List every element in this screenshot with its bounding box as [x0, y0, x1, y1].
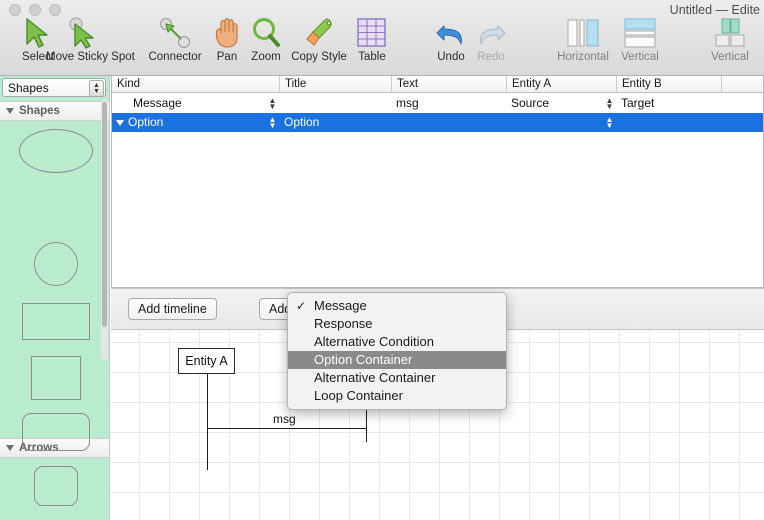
disclosure-triangle-icon[interactable] [6, 108, 14, 114]
rounded-rect-shape[interactable] [22, 413, 90, 451]
toolbar-item-label: Move Sticky Spot [46, 51, 135, 63]
toolbar: Select Move Sticky Spot Connector Pan Zoom Co… [0, 16, 764, 76]
table-cell-title[interactable]: Option [284, 113, 379, 132]
split-vertical-icon [604, 16, 676, 50]
disclosure-triangle-icon[interactable] [6, 445, 14, 451]
sidebar-scrollbar[interactable] [101, 100, 108, 360]
menu-item-alternative-condition[interactable]: Alternative Condition [288, 333, 506, 351]
table-cell-entity-a[interactable] [511, 113, 604, 132]
table-row[interactable]: Message msg Source Target ▲ ▼ ▲ ▼ [111, 94, 764, 113]
shapes-sidebar: Shapes ▲ ▼ Shapes Arrows [0, 76, 110, 520]
rounded-square-shape[interactable] [34, 466, 78, 506]
move-sticky-spot-icon [46, 16, 118, 50]
row-disclosure-triangle-icon[interactable] [116, 120, 124, 126]
traffic-light-buttons [9, 4, 61, 16]
menu-item-label: Alternative Condition [314, 334, 434, 349]
table-column-header[interactable]: Entity B [616, 76, 721, 93]
ellipse-shape[interactable] [19, 129, 93, 173]
toolbar-item-redo[interactable]: Redo [455, 16, 527, 63]
table-cell-title[interactable] [284, 94, 379, 113]
toolbar-item-h[interactable]: H [748, 16, 764, 63]
table-grid-icon [336, 16, 408, 50]
table-column-header[interactable]: Text [391, 76, 506, 93]
menu-item-label: Response [314, 316, 373, 331]
table-cell-text[interactable]: msg [396, 94, 494, 113]
element-kind-menu[interactable]: ✓ Message Response Alternative Condition Opt… [287, 292, 507, 410]
cell-stepper-icon[interactable]: ▲ ▼ [605, 96, 614, 111]
checkmark-icon: ✓ [296, 299, 307, 313]
sidebar-group-shapes[interactable]: Shapes [0, 101, 109, 121]
menu-item-response[interactable]: Response [288, 315, 506, 333]
message-label[interactable]: msg [273, 412, 296, 426]
rectangle-shape[interactable] [22, 303, 90, 340]
toolbar-item-label: Vertical [621, 51, 659, 63]
menu-item-label: Alternative Container [314, 370, 436, 385]
toolbar-item-label: Redo [477, 51, 505, 63]
table-column-header[interactable] [721, 76, 764, 93]
align-horizontal-icon [748, 16, 764, 50]
add-timeline-button[interactable]: Add timeline [128, 298, 217, 320]
cell-stepper-icon[interactable]: ▲ ▼ [268, 115, 277, 130]
elements-table: Kind Title Text Entity A Entity B Message msg… [111, 76, 764, 288]
menu-item-alternative-container[interactable]: Alternative Container [288, 369, 506, 387]
menu-item-option-container[interactable]: Option Container [288, 351, 506, 369]
table-cell-text[interactable] [396, 113, 494, 132]
application-window: Untitled — Edite Select Move Sticky Spot C… [0, 0, 764, 520]
menu-item-message[interactable]: ✓ Message [288, 297, 506, 315]
table-row[interactable]: Option Option ▲ ▼ ▲ ▼ [111, 113, 764, 132]
toolbar-item-table[interactable]: Table [336, 16, 408, 63]
zoom-button[interactable] [49, 4, 61, 16]
table-column-header[interactable]: Entity A [506, 76, 616, 93]
close-button[interactable] [9, 4, 21, 16]
table-cell-entity-b[interactable]: Target [621, 94, 709, 113]
toolbar-item-label: H [748, 51, 764, 63]
toolbar-item-label: Table [358, 51, 386, 63]
redo-arrow-icon [455, 16, 527, 50]
cell-stepper-icon[interactable]: ▲ ▼ [268, 96, 277, 111]
entity-box[interactable]: Entity A [178, 348, 235, 374]
menu-item-loop-container[interactable]: Loop Container [288, 387, 506, 405]
table-column-header[interactable]: Kind [111, 76, 279, 93]
minimize-button[interactable] [29, 4, 41, 16]
table-cell-entity-b[interactable] [621, 113, 709, 132]
table-header-row: Kind Title Text Entity A Entity B [111, 76, 764, 93]
message-arrow[interactable] [207, 428, 366, 429]
menu-item-label: Loop Container [314, 388, 403, 403]
table-cell-kind[interactable]: Option [128, 113, 267, 132]
toolbar-item-vertical[interactable]: Vertical [604, 16, 676, 63]
cell-stepper-icon[interactable]: ▲ ▼ [605, 115, 614, 130]
menu-item-label: Option Container [314, 352, 413, 367]
table-cell-kind[interactable]: Message [133, 94, 267, 113]
window-titlebar: Untitled — Edite Select Move Sticky Spot C… [0, 0, 764, 76]
library-popup-value: Shapes [8, 80, 49, 95]
library-popup-button[interactable]: Shapes ▲ ▼ [2, 78, 106, 97]
sidebar-group-label: Shapes [19, 105, 60, 117]
toolbar-item-move-sticky-spot[interactable]: Move Sticky Spot [46, 16, 135, 63]
window-title: Untitled — Edite [669, 3, 760, 17]
square-shape[interactable] [31, 356, 81, 400]
circle-shape[interactable] [34, 242, 78, 286]
chevron-updown-icon[interactable]: ▲▼ [89, 80, 104, 97]
table-cell-entity-a[interactable]: Source [511, 94, 604, 113]
lifeline-entity-a[interactable] [207, 374, 208, 470]
menu-item-label: Message [314, 298, 367, 313]
table-column-header[interactable]: Title [279, 76, 391, 93]
